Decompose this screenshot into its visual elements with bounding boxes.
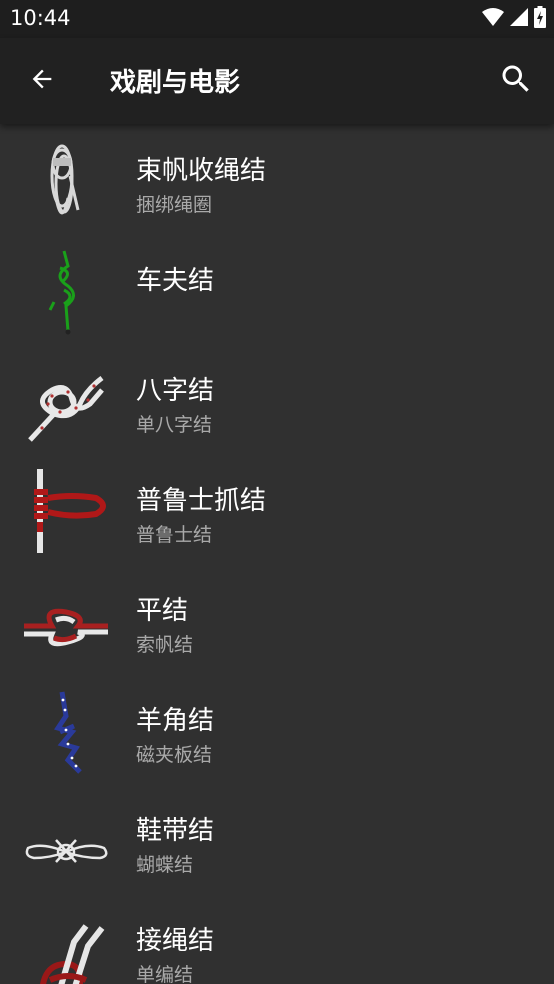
- status-time: 10:44: [10, 6, 71, 30]
- status-icons: [482, 6, 546, 32]
- figure-eight-knot-icon: [22, 356, 112, 446]
- knot-subtitle: 索帆结: [136, 634, 194, 656]
- wifi-icon: [482, 7, 504, 31]
- list-item[interactable]: 束帆收绳结 捆绑绳圈: [0, 124, 554, 234]
- green-knot-icon: [22, 246, 112, 336]
- sheet-bend-icon: [22, 906, 112, 984]
- arrow-back-icon: [28, 65, 56, 97]
- list-item[interactable]: 平结 索帆结: [0, 564, 554, 674]
- status-bar: 10:44: [0, 0, 554, 38]
- knot-title: 束帆收绳结: [136, 156, 267, 186]
- knot-title: 普鲁士抓结: [136, 486, 267, 516]
- list-item[interactable]: 车夫结: [0, 234, 554, 344]
- knot-subtitle: 磁夹板结: [136, 744, 213, 766]
- search-button[interactable]: [492, 57, 540, 105]
- knot-subtitle: 普鲁士结: [136, 524, 213, 546]
- reef-knot-icon: [22, 576, 112, 666]
- knot-subtitle: 单八字结: [136, 414, 213, 436]
- knot-title: 八字结: [136, 376, 215, 406]
- prusik-knot-icon: [22, 466, 112, 556]
- search-icon: [498, 61, 534, 101]
- knot-list: 束帆收绳结 捆绑绳圈 车夫结 八字结 单八字结 普鲁士抓结 普鲁士结 平结 索帆…: [0, 124, 554, 984]
- knot-title: 羊角结: [136, 706, 215, 736]
- knot-title: 平结: [136, 596, 189, 626]
- list-item[interactable]: 鞋带结 蝴蝶结: [0, 784, 554, 894]
- knot-title: 接绳结: [136, 926, 215, 956]
- bow-knot-icon: [22, 796, 112, 886]
- cellular-signal-icon: [510, 8, 528, 30]
- cleat-hitch-icon: [22, 686, 112, 776]
- list-item[interactable]: 普鲁士抓结 普鲁士结: [0, 454, 554, 564]
- list-item[interactable]: 羊角结 磁夹板结: [0, 674, 554, 784]
- knot-title: 车夫结: [136, 266, 215, 296]
- knot-subtitle: 捆绑绳圈: [136, 194, 213, 216]
- app-bar: 戏剧与电影: [0, 38, 554, 124]
- coil-rope-icon: [22, 136, 112, 226]
- page-title: 戏剧与电影: [110, 68, 241, 98]
- list-item[interactable]: 八字结 单八字结: [0, 344, 554, 454]
- knot-subtitle: 单编结: [136, 964, 194, 984]
- knot-subtitle: 蝴蝶结: [136, 854, 194, 876]
- battery-charging-icon: [534, 6, 546, 32]
- back-button[interactable]: [18, 57, 66, 105]
- list-item[interactable]: 接绳结 单编结: [0, 894, 554, 984]
- knot-title: 鞋带结: [136, 816, 215, 846]
